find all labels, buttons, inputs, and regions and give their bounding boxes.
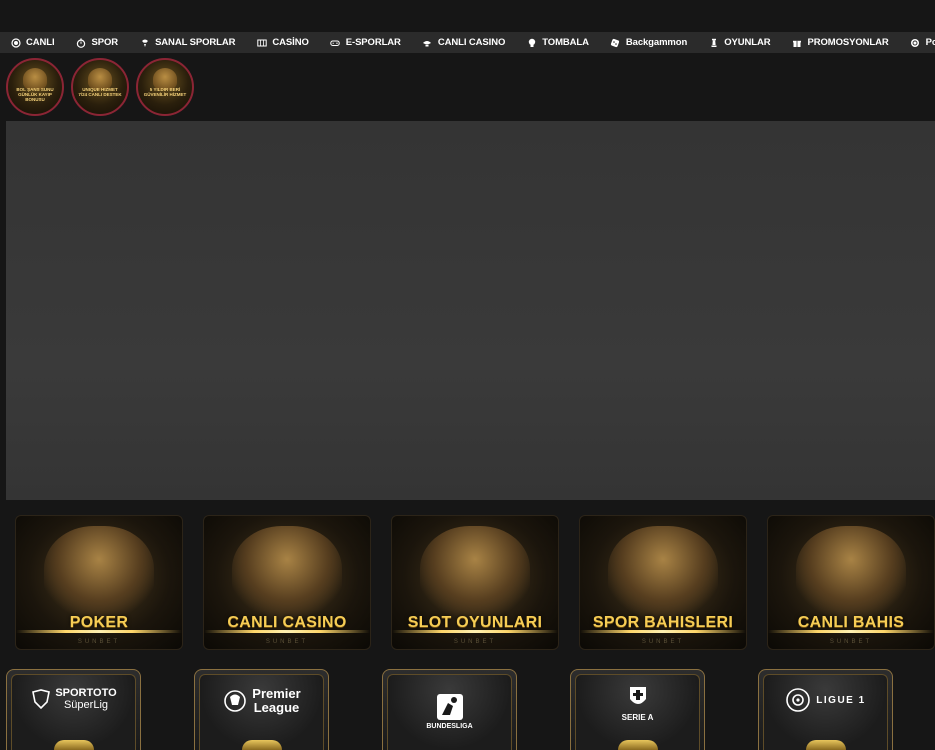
stopwatch-icon (76, 37, 87, 48)
category-card-spor-bahisleri[interactable]: SPOR BAHISLERI SUNBET (579, 515, 747, 650)
league-card-superlig[interactable]: SPORTOTO SüperLig (6, 669, 141, 750)
league-card-serie-a[interactable]: SERIE A (570, 669, 705, 750)
category-label: SLOT OYUNLARI (407, 614, 543, 631)
bundesliga-logo-icon (436, 694, 463, 720)
nav-item-label: PROMOSYONLAR (807, 37, 889, 48)
category-artwork (420, 526, 530, 621)
trophy-icon (805, 740, 846, 750)
league-name-line2: League (253, 700, 300, 715)
nav-item-spor[interactable]: SPOR (66, 32, 130, 53)
category-label: POKER (69, 614, 129, 631)
crown-icon (241, 740, 282, 750)
category-sub: SUNBET (265, 639, 309, 645)
category-card-poker[interactable]: POKER SUNBET (15, 515, 183, 650)
league-name-line1: SPORTOTO (55, 687, 117, 699)
league-card-bundesliga[interactable]: BUNDESLIGA (382, 669, 517, 750)
category-artwork (44, 526, 154, 621)
league-name-line2: SERIE A (621, 713, 654, 722)
nav-item-sanal-sporlar[interactable]: SANAL SPORLAR (129, 32, 246, 53)
category-label: SPOR BAHISLERI (592, 614, 734, 631)
nav-item-casino[interactable]: CASİNO (246, 32, 319, 53)
main-navigation: CANLI SPOR SANAL SPORLAR CASİNO E-SPORLA… (0, 32, 935, 53)
category-card-canli-bahis[interactable]: CANLI BAHIS SUNBET (767, 515, 935, 650)
nav-item-label: Poker (925, 37, 935, 48)
nav-item-label: SANAL SPORLAR (155, 37, 236, 48)
story-bubble[interactable]: 5 YILDIR BERİ GÜVENİLİR HİZMET (136, 58, 194, 116)
top-header-bar (0, 0, 935, 32)
nav-item-e-sporlar[interactable]: E-SPORLAR (320, 32, 412, 53)
category-artwork (232, 526, 342, 621)
virtual-sports-icon (139, 37, 150, 48)
league-card-premier-league[interactable]: Premier League (194, 669, 329, 750)
nav-item-label: CASİNO (272, 37, 309, 48)
chess-icon (708, 37, 719, 48)
nav-item-label: Backgammon (625, 37, 688, 48)
category-artwork (796, 526, 906, 621)
nav-item-canli[interactable]: CANLI (0, 32, 66, 53)
slot-machine-icon (256, 37, 267, 48)
league-name-line2: BUNDESLIGA (426, 723, 473, 730)
category-sub: SUNBET (641, 639, 685, 645)
live-icon (10, 37, 21, 48)
nav-item-label: CANLI CASINO (437, 37, 506, 48)
nav-item-tombala[interactable]: TOMBALA (516, 32, 600, 53)
league-cards-row: SPORTOTO SüperLig Premier League BUNDESL… (0, 669, 935, 750)
category-sub: SUNBET (77, 639, 121, 645)
dice-icon (610, 37, 621, 48)
story-lines: 7/24 CANLI DESTEK (78, 92, 122, 97)
category-sub: SUNBET (829, 639, 873, 645)
category-artwork (608, 526, 718, 621)
gamepad-icon (330, 37, 341, 48)
serie-a-logo-icon (629, 687, 646, 704)
nav-item-label: OYUNLAR (724, 37, 771, 48)
nav-item-label: TOMBALA (542, 37, 589, 48)
league-card-ligue-1[interactable]: LIGUE 1 (758, 669, 893, 750)
gift-icon (791, 37, 802, 48)
story-bubble[interactable]: UNIQUE HIZMET 7/24 CANLI DESTEK (71, 58, 129, 116)
category-card-slot-oyunlari[interactable]: SLOT OYUNLARI SUNBET (391, 515, 559, 650)
dealer-icon (422, 37, 433, 48)
nav-item-label: CANLI (26, 37, 55, 48)
story-lines: GÜNLÜK KAYIP BONUSU (18, 92, 52, 102)
hero-banner-slider[interactable] (6, 121, 935, 500)
lion-crest-icon (224, 690, 247, 712)
category-label: CANLI CASINO (227, 614, 347, 631)
category-sub: SUNBET (453, 639, 497, 645)
trophy-icon (617, 740, 658, 750)
ligue-1-logo-icon (786, 688, 811, 712)
trophy-icon (53, 740, 94, 750)
category-card-canli-casino[interactable]: CANLI CASINO SUNBET (203, 515, 371, 650)
nav-item-poker[interactable]: Poker (900, 32, 935, 53)
nav-item-canli-casino[interactable]: CANLI CASINO (412, 32, 516, 53)
tombala-icon (526, 37, 537, 48)
story-lines: GÜVENİLİR HİZMET (143, 92, 187, 97)
league-name-line1: LIGUE 1 (816, 694, 866, 706)
nav-item-label: SPOR (91, 37, 119, 48)
league-name-line2: SüperLig (63, 699, 109, 711)
category-cards-row: POKER SUNBET CANLI CASINO SUNBET SLOT OY… (0, 515, 935, 650)
category-label: CANLI BAHIS (797, 614, 905, 631)
nav-item-backgammon[interactable]: Backgammon (600, 32, 698, 53)
sportoto-logo-icon (32, 689, 51, 710)
nav-item-promosyonlar[interactable]: PROMOSYONLAR (781, 32, 899, 53)
story-bubble[interactable]: BOL ŞANS SUNU GÜNLÜK KAYIP BONUSU (6, 58, 64, 116)
poker-chip-icon (910, 37, 921, 48)
nav-item-label: E-SPORLAR (345, 37, 401, 48)
stories-row: BOL ŞANS SUNU GÜNLÜK KAYIP BONUSU UNIQUE… (0, 53, 935, 121)
nav-item-oyunlar[interactable]: OYUNLAR (698, 32, 781, 53)
league-name-line1: Premier (252, 686, 301, 701)
